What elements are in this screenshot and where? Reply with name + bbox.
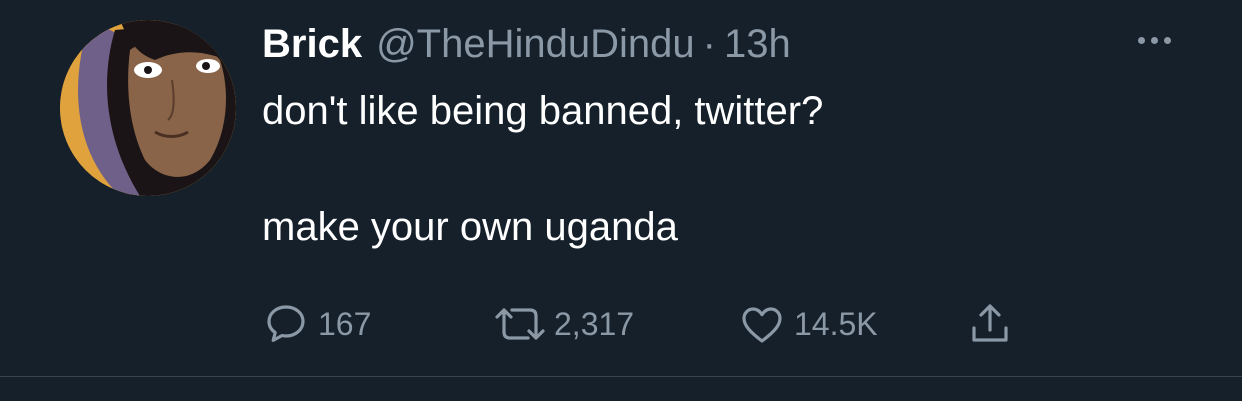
share-upload-icon: [972, 304, 1008, 342]
timestamp[interactable]: 13h: [724, 16, 791, 72]
like-button[interactable]: 14.5K: [738, 300, 966, 348]
retweet-count: 2,317: [554, 305, 635, 342]
action-bar: 167 2,317 14.5K: [262, 296, 1014, 352]
user-handle[interactable]: @TheHinduDindu: [376, 16, 695, 72]
share-button[interactable]: [966, 300, 1014, 348]
more-horizontal-icon: [1137, 36, 1145, 44]
separator-dot: ·: [702, 22, 716, 66]
speech-bubble-icon: [267, 305, 305, 342]
more-options-button[interactable]: [1128, 20, 1180, 60]
retweet-arrows-icon: [495, 308, 545, 340]
heart-outline-icon: [742, 307, 782, 343]
tweet-header: Brick @TheHinduDindu · 13h: [262, 16, 791, 72]
avatar-illustration: [60, 20, 236, 196]
reply-count: 167: [318, 305, 372, 342]
tweet-divider: [0, 376, 1242, 377]
tweet-text-line: don't like being banned, twitter?: [262, 89, 824, 133]
retweet-button[interactable]: 2,317: [494, 300, 738, 348]
avatar[interactable]: [60, 20, 236, 196]
display-name[interactable]: Brick: [262, 16, 362, 72]
tweet-text: don't like being banned, twitter? make y…: [262, 82, 1162, 256]
reply-button[interactable]: 167: [262, 300, 494, 348]
like-count: 14.5K: [794, 305, 878, 342]
tweet-text-line: make your own uganda: [262, 205, 678, 249]
tweet[interactable]: Brick @TheHinduDindu · 13h don't like be…: [0, 0, 1242, 376]
